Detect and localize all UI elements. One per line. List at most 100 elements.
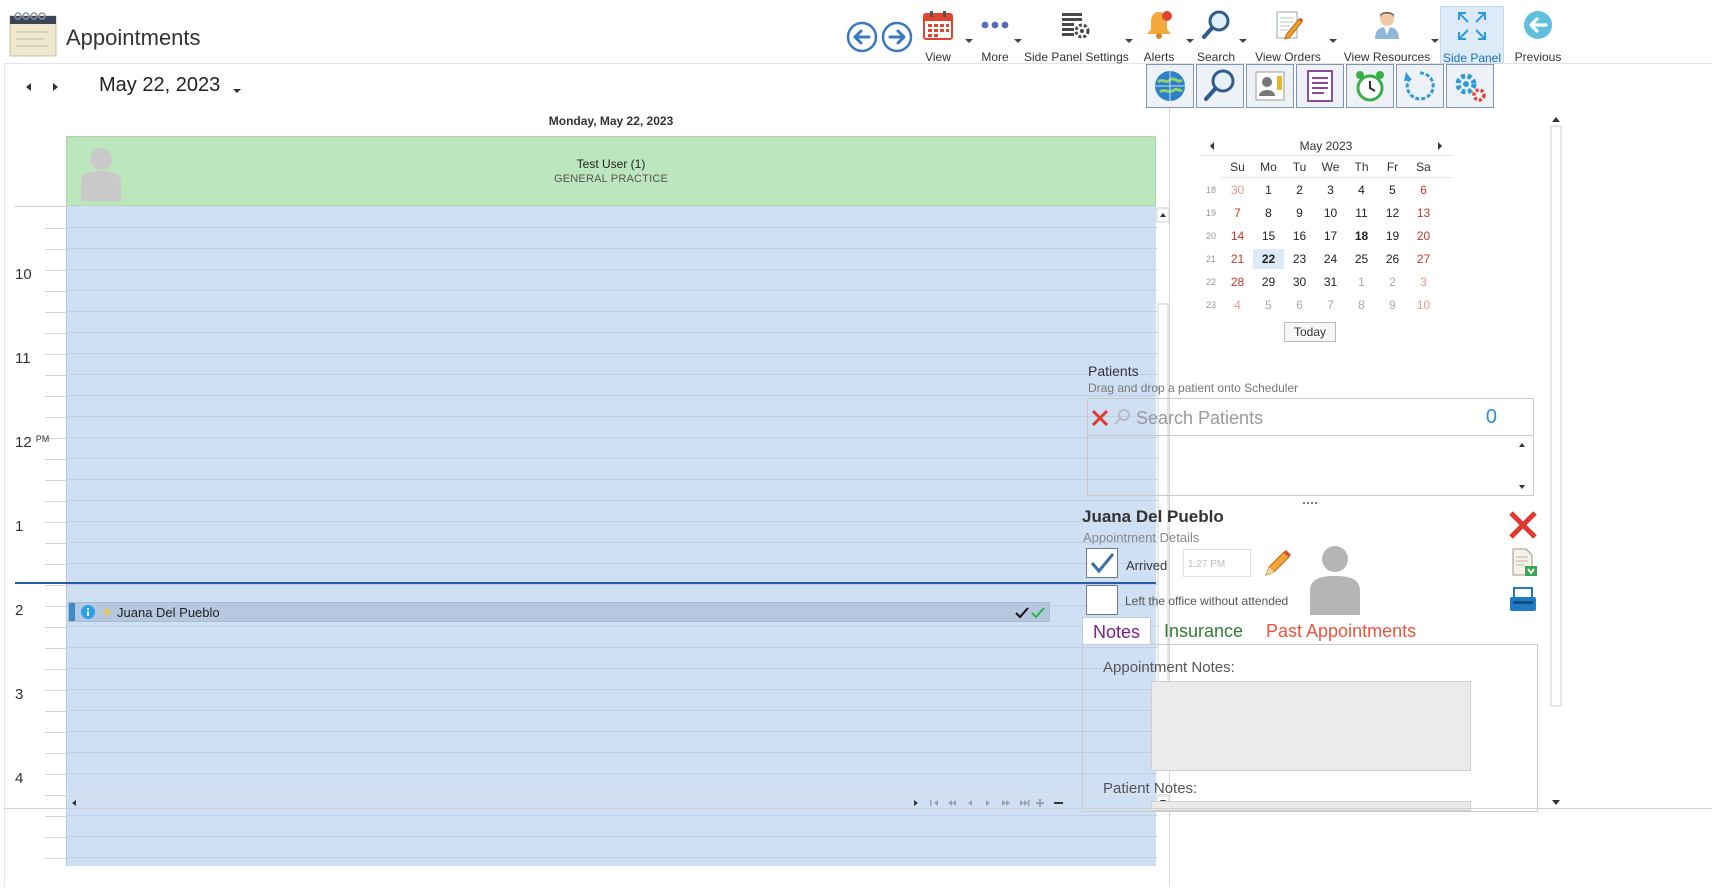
arrived-checkbox[interactable] (1086, 548, 1118, 578)
appointment-notes-textarea[interactable] (1151, 681, 1471, 771)
view-orders-dropdown-icon[interactable] (1328, 32, 1338, 43)
calendar-day[interactable]: 13 (1408, 203, 1439, 223)
view-button[interactable]: View (914, 6, 962, 64)
patient-notes-textarea[interactable] (1151, 801, 1471, 811)
calendar-day[interactable]: 15 (1253, 226, 1284, 246)
calendar-day[interactable]: 9 (1377, 295, 1408, 315)
time-ruler-ticks (45, 228, 66, 859)
cancel-appointment-icon[interactable] (1508, 510, 1538, 540)
calendar-day[interactable]: 2 (1377, 272, 1408, 292)
calendar-day[interactable]: 8 (1346, 295, 1377, 315)
reminder-button[interactable] (1346, 64, 1394, 108)
search-dropdown-icon[interactable] (1238, 32, 1248, 43)
clear-search-icon[interactable] (1091, 409, 1109, 427)
calendar-day[interactable]: 10 (1315, 203, 1346, 223)
calendar-day[interactable]: 20 (1408, 226, 1439, 246)
next-month-icon[interactable] (1436, 140, 1444, 150)
view-orders-button[interactable]: View Orders (1250, 6, 1326, 64)
appointment-grid[interactable] (66, 206, 1157, 866)
calendar-day[interactable]: 24 (1315, 249, 1346, 269)
panel-splitter[interactable] (1303, 502, 1317, 504)
calendar-day[interactable]: 21 (1222, 249, 1253, 269)
calendar-day[interactable]: 28 (1222, 272, 1253, 292)
calendar-day[interactable]: 31 (1315, 272, 1346, 292)
side-panel-settings-button[interactable]: Side Panel Settings (1024, 6, 1129, 64)
calendar-day[interactable]: 25 (1346, 249, 1377, 269)
back-arrow-icon[interactable] (845, 20, 879, 54)
previous-button[interactable]: Previous (1510, 6, 1566, 64)
appointments-window: Appointments View More Side Panel Settin… (0, 0, 1716, 893)
calendar-day[interactable]: 3 (1408, 272, 1439, 292)
more-dropdown-icon[interactable] (1013, 32, 1023, 43)
calendar-day[interactable]: 8 (1253, 203, 1284, 223)
calendar-day[interactable]: 23 (1284, 249, 1315, 269)
scanner-icon[interactable] (1508, 585, 1538, 613)
search-patients-input[interactable] (1136, 407, 1456, 429)
prev-month-icon[interactable] (1208, 140, 1216, 150)
view-resources-button[interactable]: View Resources (1340, 6, 1434, 64)
calendar-day[interactable]: 2 (1284, 180, 1315, 200)
side-panel-scrollbar[interactable] (1548, 112, 1564, 810)
calendar-day[interactable]: 4 (1222, 295, 1253, 315)
calendar-day[interactable]: 6 (1284, 295, 1315, 315)
next-day-icon[interactable] (49, 80, 61, 92)
view-resources-label: View Resources (1343, 50, 1431, 64)
calendar-day[interactable]: 27 (1408, 249, 1439, 269)
calendar-day[interactable]: 14 (1222, 226, 1253, 246)
document-download-icon[interactable] (1508, 547, 1538, 577)
calendar-day[interactable]: 11 (1346, 203, 1377, 223)
calendar-day[interactable]: 29 (1253, 272, 1284, 292)
web-sync-button[interactable] (1146, 64, 1194, 108)
patients-list[interactable] (1087, 436, 1534, 496)
orders-icon (1250, 9, 1326, 47)
arrived-time-field[interactable]: 1:27 PM (1183, 549, 1251, 577)
tab-notes[interactable]: Notes (1082, 617, 1152, 645)
info-icon[interactable] (81, 605, 95, 619)
calendar-day[interactable]: 7 (1222, 203, 1253, 223)
search-button[interactable]: Search (1194, 6, 1238, 64)
calendar-day[interactable]: 22 (1253, 248, 1284, 269)
calendar-day[interactable]: 6 (1408, 180, 1439, 200)
calendar-day[interactable]: 1 (1253, 180, 1284, 200)
calendar-day[interactable]: 12 (1377, 203, 1408, 223)
refresh-button[interactable] (1396, 64, 1444, 108)
alerts-button[interactable]: Alerts (1138, 6, 1180, 64)
calendar-day[interactable]: 26 (1377, 249, 1408, 269)
hour-number: 10 (15, 266, 32, 283)
forward-arrow-icon[interactable] (880, 20, 914, 54)
prev-day-icon[interactable] (23, 80, 35, 92)
appointment-item[interactable]: Juana Del Pueblo (68, 602, 1050, 622)
patients-list-scrollbar[interactable] (1088, 436, 1535, 496)
calendar-day[interactable]: 9 (1284, 203, 1315, 223)
checklist-button[interactable] (1296, 64, 1344, 108)
contact-card-button[interactable] (1246, 64, 1294, 108)
side-panel-settings-dropdown-icon[interactable] (1124, 32, 1134, 43)
calendar-day[interactable]: 5 (1253, 295, 1284, 315)
calendar-day[interactable]: 18 (1346, 226, 1377, 246)
weekday-label: Mo (1260, 159, 1277, 174)
side-panel-button[interactable]: Side Panel (1440, 6, 1504, 65)
calendar-day[interactable]: 1 (1346, 272, 1377, 292)
left-without-attended-checkbox[interactable] (1086, 585, 1118, 615)
tab-past-appointments[interactable]: Past Appointments (1256, 617, 1426, 645)
tab-insurance[interactable]: Insurance (1154, 617, 1253, 645)
calendar-day[interactable]: 30 (1222, 180, 1253, 200)
calendar-day[interactable]: 16 (1284, 226, 1315, 246)
calendar-day[interactable]: 3 (1315, 180, 1346, 200)
calendar-day[interactable]: 7 (1315, 295, 1346, 315)
calendar-day[interactable]: 17 (1315, 226, 1346, 246)
calendar-day[interactable]: 5 (1377, 180, 1408, 200)
calendar-day[interactable]: 19 (1377, 226, 1408, 246)
view-resources-dropdown-icon[interactable] (1430, 32, 1440, 43)
date-dropdown-icon[interactable] (232, 82, 242, 93)
today-button[interactable]: Today (1284, 322, 1336, 342)
scheduler-date[interactable]: May 22, 2023 (99, 74, 220, 97)
find-button[interactable] (1196, 64, 1244, 108)
more-button[interactable]: More (972, 6, 1018, 64)
calendar-day[interactable]: 30 (1284, 272, 1315, 292)
calendar-day[interactable]: 10 (1408, 295, 1439, 315)
settings-button[interactable] (1446, 64, 1494, 108)
calendar-day[interactable]: 4 (1346, 180, 1377, 200)
pencil-icon[interactable] (1262, 549, 1292, 579)
scheduler-panel: May 22, 2023 Monday, May 22, 2023 Test U… (4, 64, 1172, 886)
